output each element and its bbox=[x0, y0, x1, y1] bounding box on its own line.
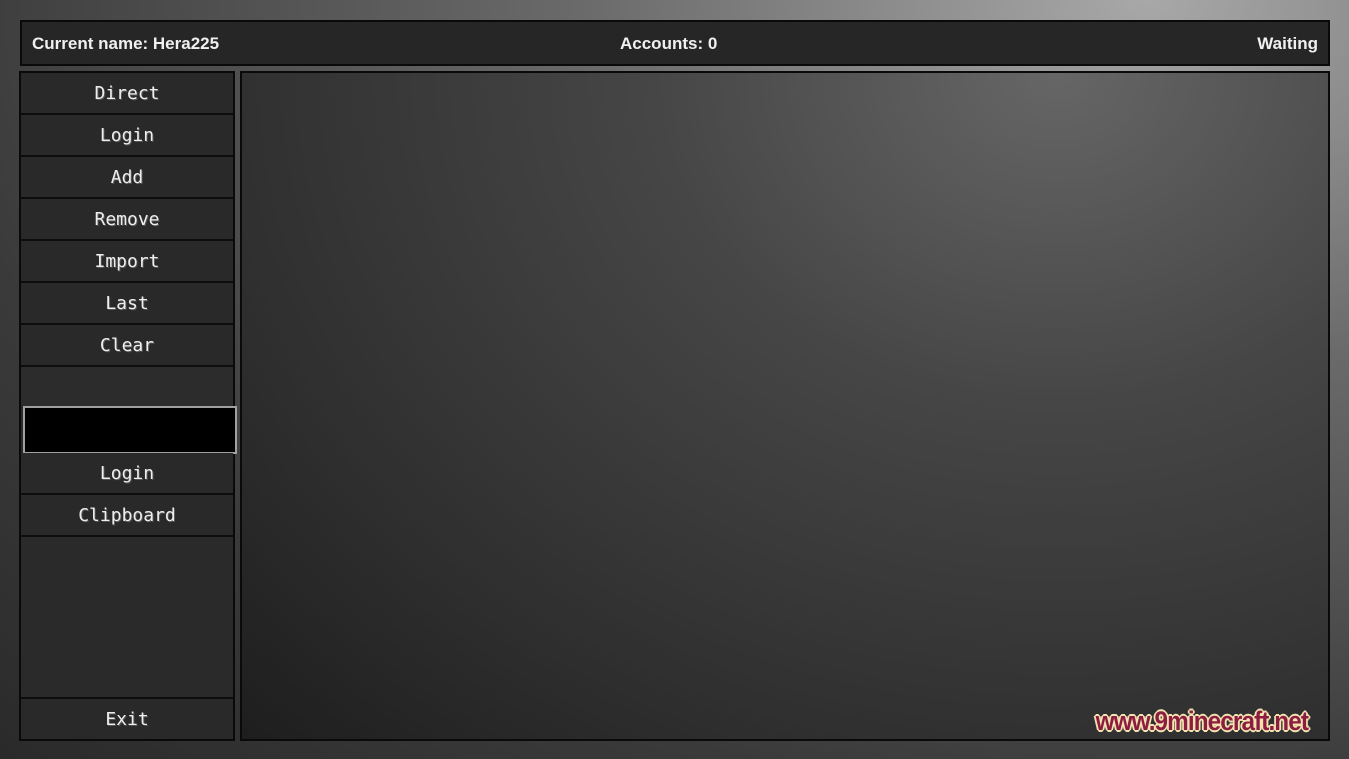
watermark-logo: www.9minecraft.net bbox=[1095, 706, 1309, 736]
accounts-count: Accounts: 0 bbox=[620, 34, 718, 53]
sidebar: Direct Login Add Remove Import Last Clea… bbox=[19, 71, 237, 741]
clipboard-button[interactable]: Clipboard bbox=[21, 495, 233, 537]
direct-button[interactable]: Direct bbox=[21, 73, 233, 115]
account-list-panel[interactable]: www.9minecraft.net bbox=[240, 71, 1330, 741]
import-button[interactable]: Import bbox=[21, 241, 233, 283]
remove-button[interactable]: Remove bbox=[21, 199, 233, 241]
clear-button[interactable]: Clear bbox=[21, 325, 233, 367]
status-bar: Current name: Hera225 Accounts: 0 Waitin… bbox=[20, 20, 1330, 66]
spacer bbox=[21, 367, 233, 406]
direct-login-button[interactable]: Login bbox=[21, 453, 233, 495]
status-text: Waiting bbox=[1257, 34, 1318, 53]
direct-login-input[interactable] bbox=[23, 406, 237, 454]
login-button[interactable]: Login bbox=[21, 115, 233, 157]
exit-button[interactable]: Exit bbox=[21, 697, 233, 739]
current-name: Current name: Hera225 bbox=[32, 34, 220, 53]
last-button[interactable]: Last bbox=[21, 283, 233, 325]
add-button[interactable]: Add bbox=[21, 157, 233, 199]
